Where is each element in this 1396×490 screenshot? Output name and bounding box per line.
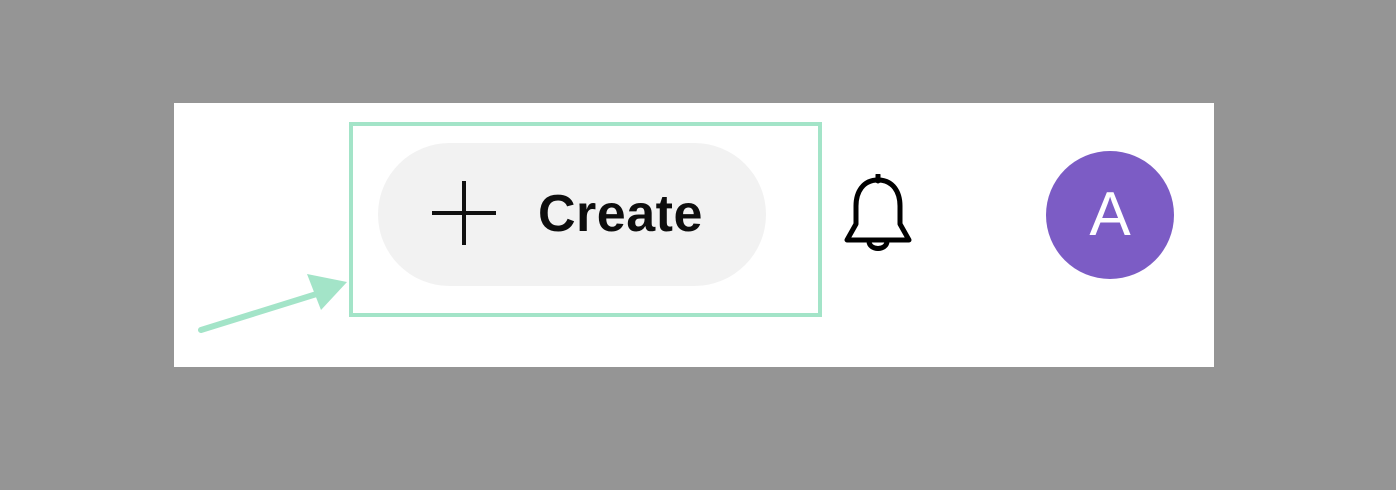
arrow-icon <box>198 274 347 333</box>
avatar[interactable]: A <box>1046 151 1174 279</box>
create-button[interactable]: Create <box>378 143 766 286</box>
avatar-initial: A <box>1089 180 1131 249</box>
plus-icon <box>432 181 496 245</box>
create-button-label: Create <box>538 185 703 243</box>
bell-icon[interactable] <box>841 174 915 256</box>
